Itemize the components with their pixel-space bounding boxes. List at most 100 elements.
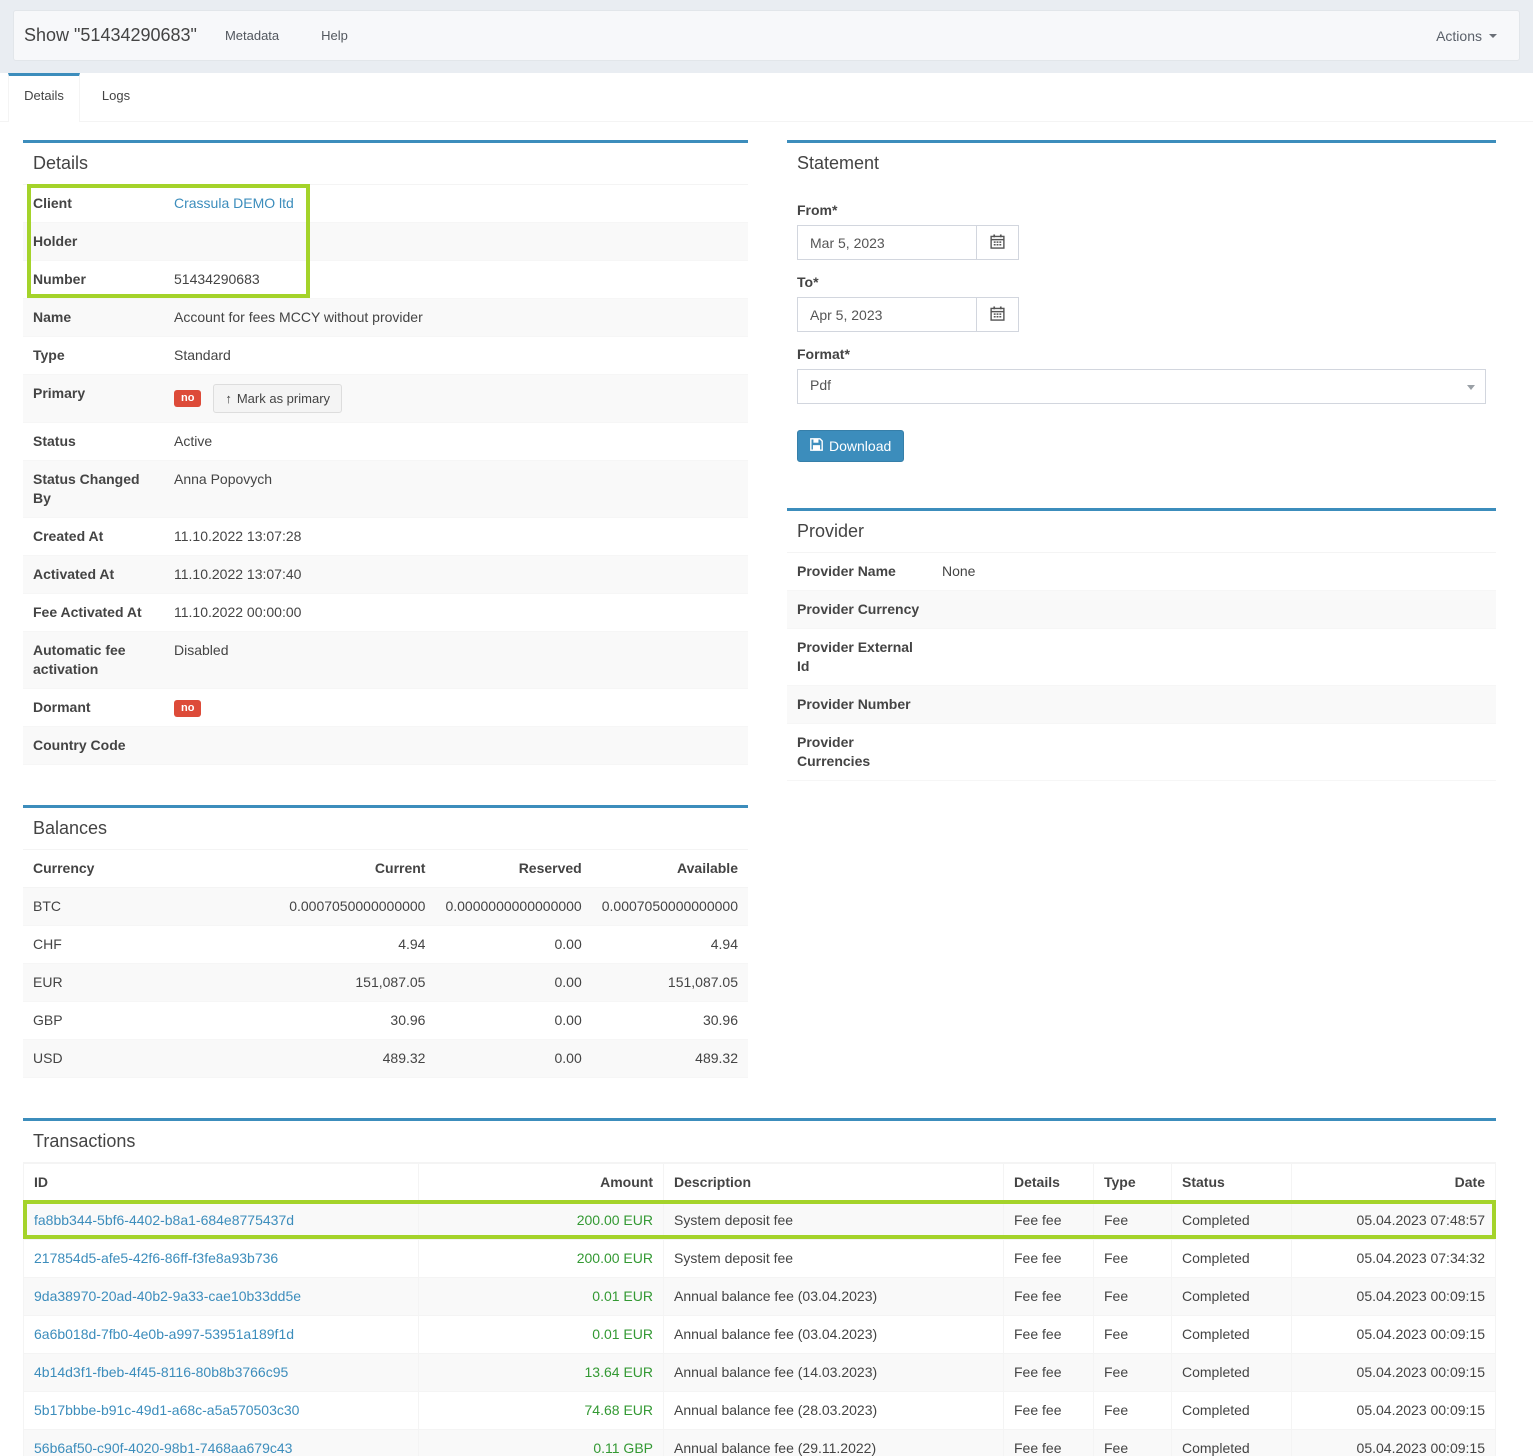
detail-value-text: 51434290683 <box>174 271 260 287</box>
transaction-id-link[interactable]: 56b6af50-c90f-4020-98b1-7468aa679c43 <box>34 1440 292 1456</box>
col-reserved: Reserved <box>435 850 591 888</box>
transaction-amount: 200.00 EUR <box>419 1240 664 1278</box>
transaction-row: 217854d5-afe5-42f6-86ff-f3fe8a93b736 200… <box>24 1240 1496 1278</box>
col-date: Date <box>1292 1164 1496 1202</box>
transaction-date: 05.04.2023 00:09:15 <box>1292 1354 1496 1392</box>
balance-available: 4.94 <box>592 926 748 964</box>
balance-current: 151,087.05 <box>279 964 435 1002</box>
detail-value: 11.10.2022 00:00:00 <box>164 594 748 631</box>
detail-value: no <box>164 689 748 726</box>
detail-label: Fee Activated At <box>23 594 164 631</box>
tab-details[interactable]: Details <box>8 73 80 122</box>
detail-label: Primary <box>23 375 164 422</box>
col-status: Status <box>1172 1164 1292 1202</box>
transaction-id-link[interactable]: 9da38970-20ad-40b2-9a33-cae10b33dd5e <box>34 1288 301 1304</box>
detail-row: Activated At 11.10.2022 13:07:40 <box>23 556 748 594</box>
transactions-panel: Transactions ID Amount Description Detai… <box>23 1118 1496 1456</box>
col-description: Description <box>664 1164 1004 1202</box>
transaction-status: Completed <box>1172 1278 1292 1316</box>
detail-label: Holder <box>23 223 164 260</box>
help-link[interactable]: Help <box>321 28 348 43</box>
detail-label: Dormant <box>23 689 164 726</box>
transaction-date: 05.04.2023 07:48:57 <box>1292 1202 1496 1240</box>
transaction-date: 05.04.2023 00:09:15 <box>1292 1278 1496 1316</box>
detail-value-text: Anna Popovych <box>174 471 272 487</box>
transaction-id-cell: 4b14d3f1-fbeb-4f45-8116-80b8b3766c95 <box>24 1354 419 1392</box>
balance-row: EUR 151,087.05 0.00 151,087.05 <box>23 964 748 1002</box>
detail-row: Country Code <box>23 727 748 765</box>
calendar-icon <box>990 234 1005 252</box>
col-amount: Amount <box>419 1164 664 1202</box>
provider-row: Provider Currencies <box>787 724 1496 781</box>
detail-label: Type <box>23 337 164 374</box>
transaction-id-link[interactable]: fa8bb344-5bf6-4402-b8a1-684e8775437d <box>34 1212 294 1228</box>
transaction-type: Fee <box>1094 1354 1172 1392</box>
detail-value <box>164 223 748 260</box>
transaction-type: Fee <box>1094 1430 1172 1456</box>
tab-bar: Details Logs <box>0 73 1533 122</box>
balance-currency: GBP <box>23 1002 279 1040</box>
transaction-description: System deposit fee <box>664 1240 1004 1278</box>
tab-logs[interactable]: Logs <box>80 73 152 122</box>
balance-available: 30.96 <box>592 1002 748 1040</box>
transaction-type: Fee <box>1094 1240 1172 1278</box>
transaction-id-link[interactable]: 6a6b018d-7fb0-4e0b-a997-53951a189f1d <box>34 1326 294 1342</box>
transaction-status: Completed <box>1172 1240 1292 1278</box>
transactions-table: ID Amount Description Details Type Statu… <box>23 1163 1496 1456</box>
provider-panel: Provider Provider Name None Provid <box>787 508 1496 781</box>
detail-value: Account for fees MCCY without provider <box>164 299 748 336</box>
detail-row: Primary no ↑Mark as primary <box>23 375 748 423</box>
top-band: Show "51434290683" Metadata Help Actions <box>0 0 1533 73</box>
from-label: From* <box>797 202 1486 218</box>
provider-value <box>932 591 1496 628</box>
transaction-id-link[interactable]: 5b17bbbe-b91c-49d1-a68c-a5a570503c30 <box>34 1402 299 1418</box>
from-calendar-button[interactable] <box>976 225 1019 260</box>
col-id: ID <box>24 1164 419 1202</box>
detail-label: Activated At <box>23 556 164 593</box>
transaction-row: 9da38970-20ad-40b2-9a33-cae10b33dd5e 0.0… <box>24 1278 1496 1316</box>
detail-row: Name Account for fees MCCY without provi… <box>23 299 748 337</box>
mark-as-primary-button[interactable]: ↑Mark as primary <box>213 384 342 413</box>
from-date-input[interactable] <box>797 225 977 260</box>
client-link[interactable]: Crassula DEMO ltd <box>174 195 294 211</box>
transaction-description: Annual balance fee (03.04.2023) <box>664 1316 1004 1354</box>
transaction-details: Fee fee <box>1004 1316 1094 1354</box>
detail-label: Country Code <box>23 727 164 764</box>
download-label: Download <box>829 438 891 454</box>
provider-value <box>932 629 1496 685</box>
detail-value: Standard <box>164 337 748 374</box>
to-calendar-button[interactable] <box>976 297 1019 332</box>
provider-label: Provider External Id <box>787 629 932 685</box>
detail-label: Number <box>23 261 164 298</box>
transaction-details: Fee fee <box>1004 1354 1094 1392</box>
page-title: Show "51434290683" <box>24 25 197 46</box>
detail-row: Status Active <box>23 423 748 461</box>
provider-value-text: None <box>942 563 975 579</box>
detail-value-text: 11.10.2022 13:07:28 <box>174 528 301 544</box>
provider-rows: Provider Name None Provider Currency <box>787 553 1496 781</box>
metadata-link[interactable]: Metadata <box>225 28 279 43</box>
detail-row: Number 51434290683 <box>23 261 748 299</box>
transaction-status: Completed <box>1172 1316 1292 1354</box>
detail-row: Type Standard <box>23 337 748 375</box>
download-button[interactable]: Download <box>797 430 904 462</box>
to-date-input[interactable] <box>797 297 977 332</box>
transaction-id-link[interactable]: 217854d5-afe5-42f6-86ff-f3fe8a93b736 <box>34 1250 278 1266</box>
transaction-status: Completed <box>1172 1392 1292 1430</box>
col-available: Available <box>592 850 748 888</box>
col-currency: Currency <box>23 850 279 888</box>
details-panel: Details Client Crassula DEMO ltd <box>23 140 748 765</box>
format-select[interactable]: Pdf <box>797 369 1486 404</box>
transaction-row: fa8bb344-5bf6-4402-b8a1-684e8775437d 200… <box>24 1202 1496 1240</box>
detail-label: Client <box>23 185 164 222</box>
provider-row: Provider Currency <box>787 591 1496 629</box>
detail-label: Status Changed By <box>23 461 164 517</box>
actions-dropdown[interactable]: Actions <box>1436 28 1497 44</box>
provider-label: Provider Currencies <box>787 724 932 780</box>
transaction-id-link[interactable]: 4b14d3f1-fbeb-4f45-8116-80b8b3766c95 <box>34 1364 288 1380</box>
detail-value-text: Account for fees MCCY without provider <box>174 309 423 325</box>
provider-value <box>932 724 1496 780</box>
transaction-row: 4b14d3f1-fbeb-4f45-8116-80b8b3766c95 13.… <box>24 1354 1496 1392</box>
transaction-id-cell: 5b17bbbe-b91c-49d1-a68c-a5a570503c30 <box>24 1392 419 1430</box>
transaction-description: Annual balance fee (03.04.2023) <box>664 1278 1004 1316</box>
